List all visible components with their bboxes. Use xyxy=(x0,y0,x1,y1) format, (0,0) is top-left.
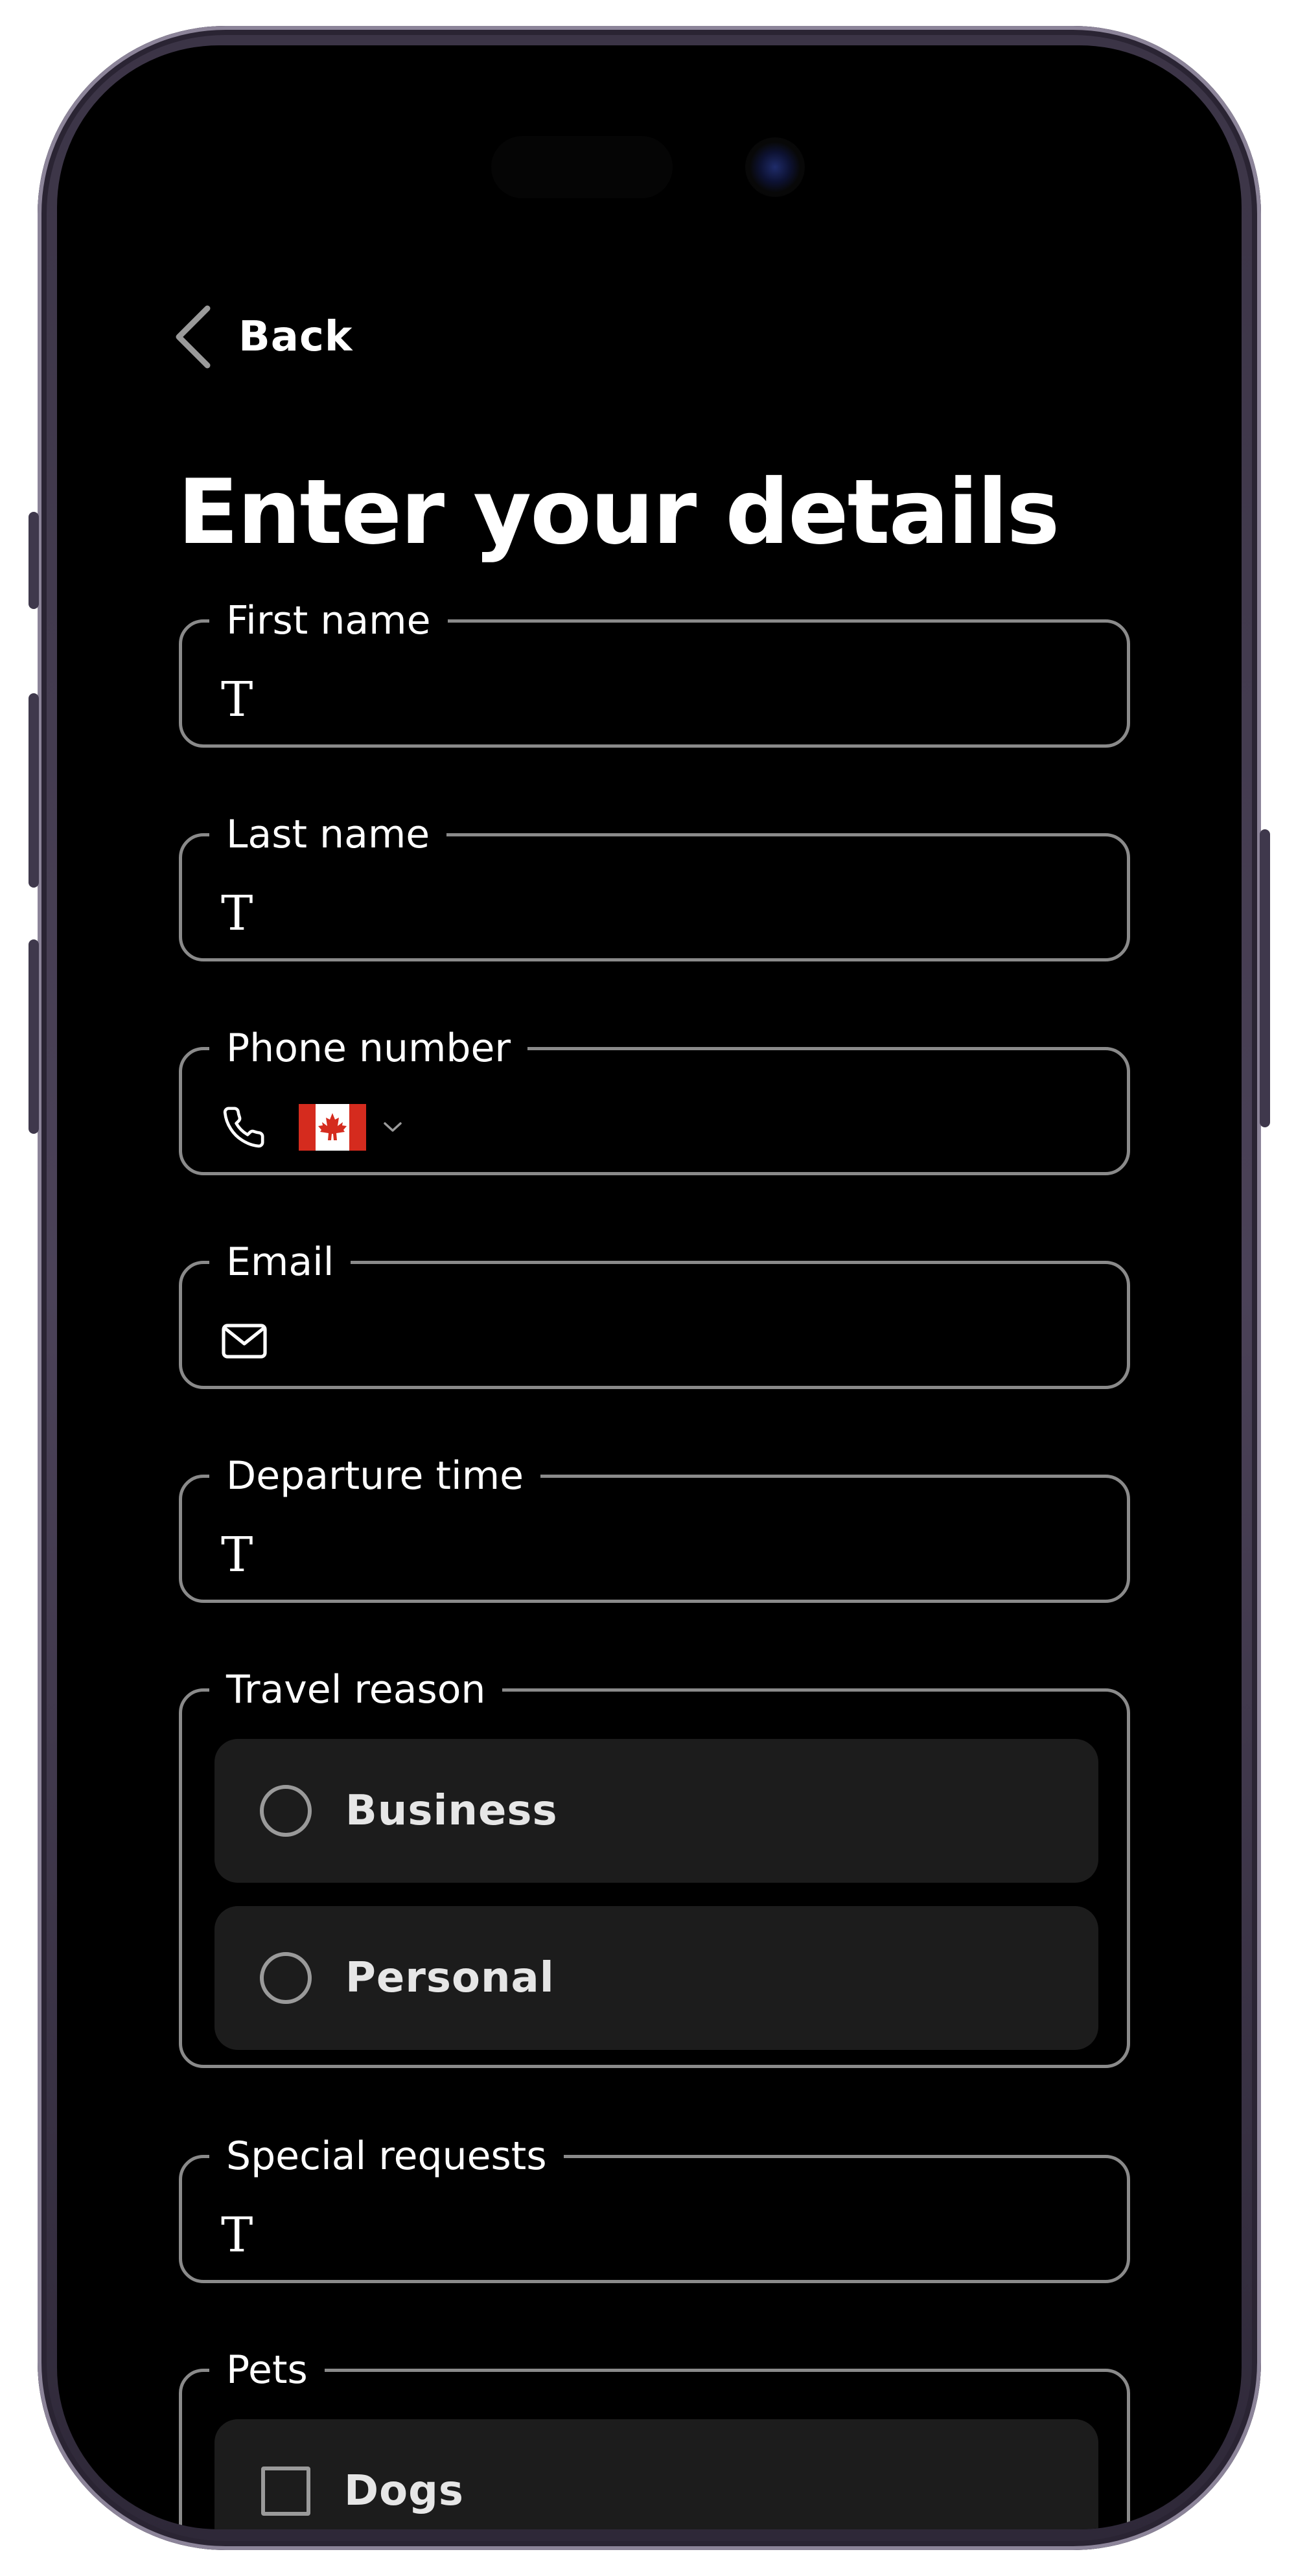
phone-number-field[interactable]: Phone number xyxy=(179,1029,1130,1175)
back-button[interactable]: Back xyxy=(174,305,353,369)
canada-flag-icon[interactable] xyxy=(299,1104,366,1151)
pets-option-dogs[interactable]: Dogs xyxy=(214,2419,1098,2529)
first-name-label: First name xyxy=(226,598,431,643)
option-label: Business xyxy=(345,1787,558,1835)
volume-up-button xyxy=(29,693,39,888)
pets-group: Pets Dogs xyxy=(179,2351,1130,2529)
pets-label: Pets xyxy=(226,2347,308,2393)
special-requests-label: Special requests xyxy=(226,2133,547,2179)
phone-icon xyxy=(223,1107,264,1148)
chevron-down-icon[interactable] xyxy=(383,1121,402,1134)
text-icon: T xyxy=(221,886,253,941)
radio-button[interactable] xyxy=(260,1952,312,2004)
last-name-field[interactable]: Last name T xyxy=(179,815,1130,961)
departure-time-label: Departure time xyxy=(226,1453,524,1499)
action-button xyxy=(29,512,39,609)
power-button xyxy=(1260,829,1270,1127)
departure-time-field[interactable]: Departure time T xyxy=(179,1456,1130,1603)
radio-button[interactable] xyxy=(260,1785,312,1837)
chevron-left-icon xyxy=(176,305,211,369)
back-label: Back xyxy=(238,313,353,361)
phone-screen: Back Enter your details First name T Las… xyxy=(57,45,1242,2529)
mail-icon xyxy=(222,1324,267,1359)
travel-reason-group: Travel reason Business Personal xyxy=(179,1670,1130,2068)
text-icon: T xyxy=(221,2207,253,2263)
email-field[interactable]: Email xyxy=(179,1243,1130,1389)
travel-reason-option-personal[interactable]: Personal xyxy=(214,1906,1098,2050)
volume-down-button xyxy=(29,939,39,1134)
travel-reason-label: Travel reason xyxy=(226,1667,486,1712)
email-label: Email xyxy=(226,1239,334,1285)
special-requests-field[interactable]: Special requests T xyxy=(179,2137,1130,2283)
text-icon: T xyxy=(221,672,253,728)
front-camera-icon xyxy=(745,137,805,197)
text-icon: T xyxy=(221,1527,253,1583)
phone-number-label: Phone number xyxy=(226,1026,511,1071)
option-label: Personal xyxy=(345,1954,555,2002)
dynamic-island xyxy=(491,136,673,198)
first-name-field[interactable]: First name T xyxy=(179,601,1130,748)
travel-reason-option-business[interactable]: Business xyxy=(214,1739,1098,1883)
page-title: Enter your details xyxy=(178,460,1059,564)
option-label: Dogs xyxy=(344,2467,464,2515)
checkbox[interactable] xyxy=(261,2467,310,2516)
last-name-label: Last name xyxy=(226,812,430,857)
